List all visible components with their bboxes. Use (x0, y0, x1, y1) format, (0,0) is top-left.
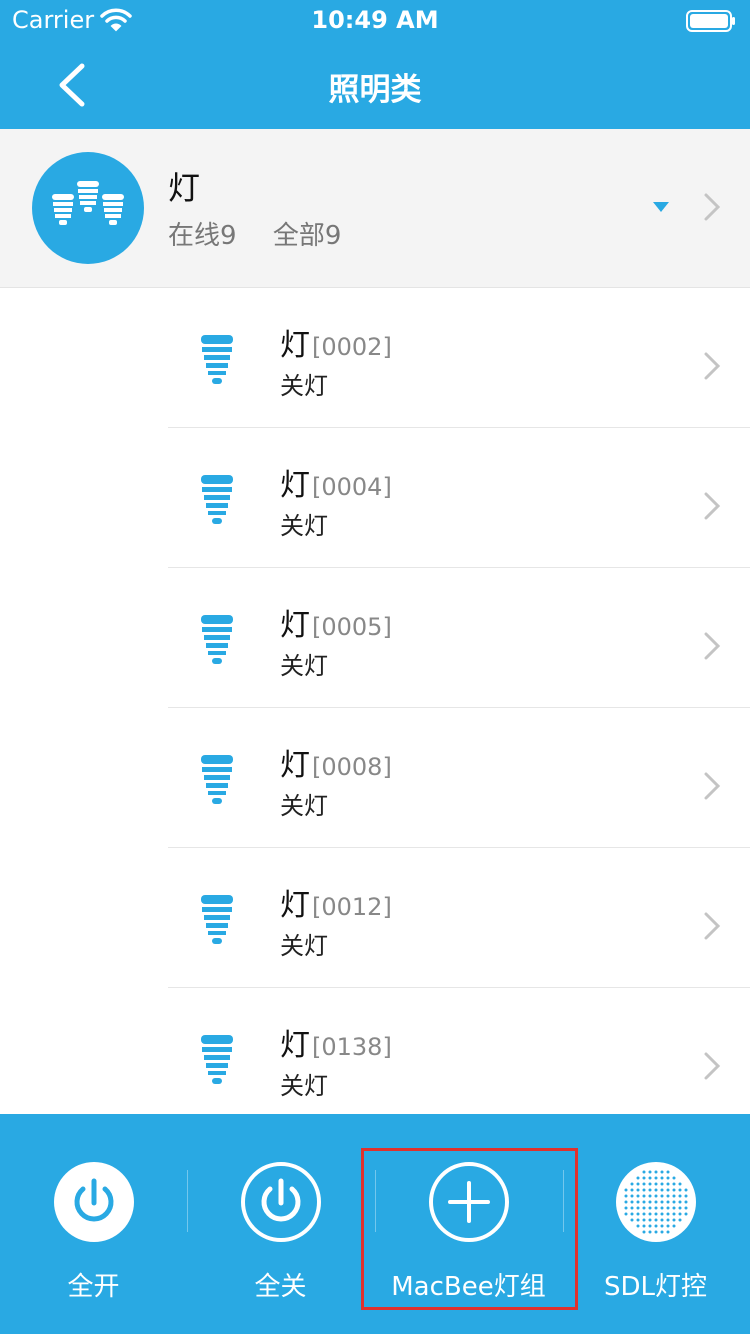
power-off-icon (241, 1162, 321, 1242)
device-name: 灯[0005] (280, 600, 392, 644)
sdl-control-button[interactable]: SDL灯控 (562, 1114, 749, 1334)
status-bar: Carrier 10:49 AM (0, 0, 750, 40)
all-off-button[interactable]: 全关 (187, 1114, 374, 1334)
power-on-icon (54, 1162, 134, 1242)
device-state: 关灯 (280, 372, 328, 400)
battery-icon (686, 10, 735, 32)
device-list-item[interactable]: 灯[0008] 关灯 (0, 708, 750, 848)
device-name: 灯[0002] (280, 320, 392, 364)
bulb-icon (201, 615, 233, 664)
bulbs-group-icon (32, 152, 144, 264)
device-list: 灯[0002] 关灯 灯[0004] 关灯 灯[0005] 关灯 灯[0008]… (0, 288, 750, 1114)
device-list-item[interactable]: 灯[0004] 关灯 (0, 428, 750, 568)
device-state: 关灯 (280, 792, 328, 820)
device-state: 关灯 (280, 932, 328, 960)
total-count: 全部9 (272, 221, 342, 251)
bulb-icon (201, 475, 233, 524)
bottom-action-bar: 全开 全关 MacBee灯组 SDL灯控 (0, 1114, 750, 1334)
device-name: 灯[0004] (280, 460, 392, 504)
device-name: 灯[0012] (280, 880, 392, 924)
bulb-icon (201, 1035, 233, 1084)
dotted-grid-icon (616, 1162, 696, 1242)
device-name-text: 灯 (280, 1028, 310, 1063)
navigation-bar: Carrier 10:49 AM 照明类 (0, 0, 750, 129)
device-code: [0002] (312, 333, 392, 361)
device-code: [0012] (312, 893, 392, 921)
device-name-text: 灯 (280, 748, 310, 783)
device-list-item[interactable]: 灯[0002] 关灯 (0, 288, 750, 428)
device-name: 灯[0008] (280, 740, 392, 784)
device-name: 灯[0138] (280, 1020, 392, 1064)
device-state: 关灯 (280, 512, 328, 540)
group-stats: 在线9 全部9 (168, 215, 369, 252)
device-code: [0005] (312, 613, 392, 641)
bulb-icon (201, 895, 233, 944)
clock: 10:49 AM (311, 6, 439, 34)
device-group-header[interactable]: 灯 在线9 全部9 (0, 129, 750, 288)
chevron-right-icon (704, 492, 721, 520)
device-list-item[interactable]: 灯[0138] 关灯 (0, 988, 750, 1114)
device-code: [0004] (312, 473, 392, 501)
chevron-right-icon (704, 352, 721, 380)
online-count: 在线9 (168, 221, 237, 251)
chevron-right-icon (704, 632, 721, 660)
device-code: [0138] (312, 1033, 392, 1061)
group-name: 灯 (168, 169, 201, 207)
chevron-right-icon (704, 193, 721, 221)
device-state: 关灯 (280, 1072, 328, 1100)
dropdown-triangle-icon[interactable] (651, 199, 671, 215)
chevron-right-icon (704, 1052, 721, 1080)
chevron-right-icon (704, 912, 721, 940)
device-state: 关灯 (280, 652, 328, 680)
sdl-control-label: SDL灯控 (603, 1272, 707, 1302)
all-on-label: 全开 (67, 1272, 120, 1302)
bulb-icon (201, 755, 233, 804)
device-list-item[interactable]: 灯[0005] 关灯 (0, 568, 750, 708)
device-name-text: 灯 (280, 888, 310, 923)
page-title: 照明类 (328, 72, 422, 108)
device-name-text: 灯 (280, 328, 310, 363)
bulb-icon (201, 335, 233, 384)
chevron-right-icon (704, 772, 721, 800)
device-code: [0008] (312, 753, 392, 781)
all-off-label: 全关 (254, 1272, 307, 1302)
device-name-text: 灯 (280, 468, 310, 503)
highlight-box (361, 1148, 578, 1310)
all-on-button[interactable]: 全开 (0, 1114, 187, 1334)
device-name-text: 灯 (280, 608, 310, 643)
device-list-item[interactable]: 灯[0012] 关灯 (0, 848, 750, 988)
